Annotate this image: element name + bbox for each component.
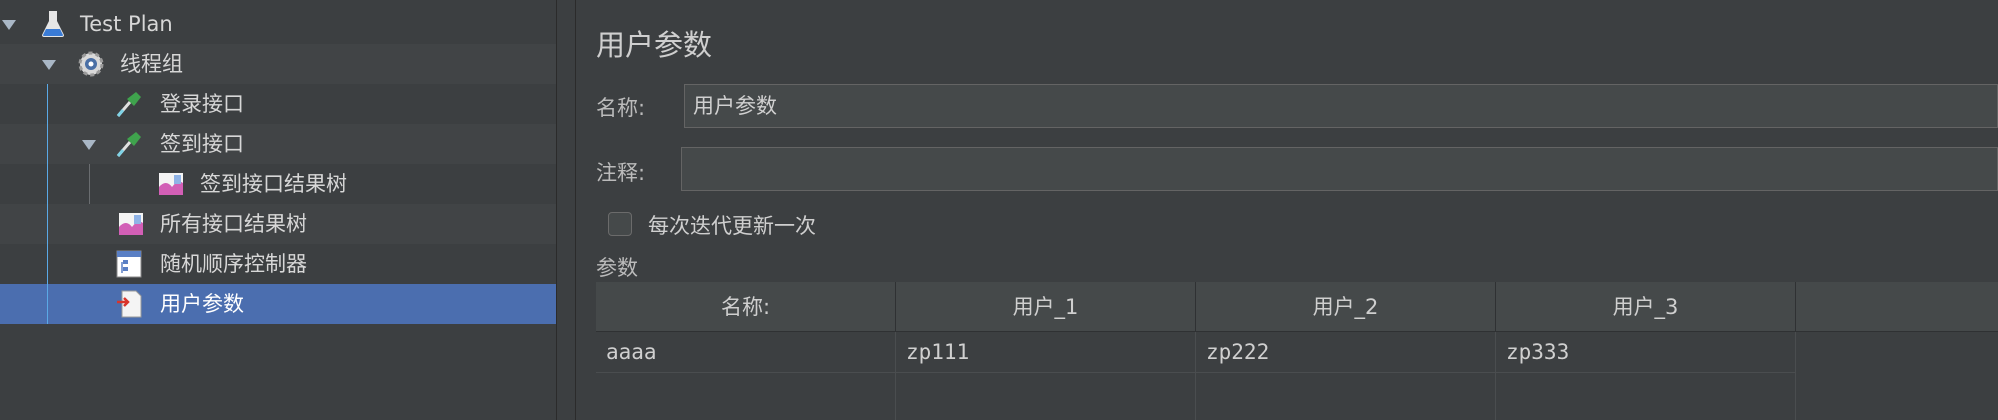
tree-guide-line: [89, 164, 90, 204]
comment-label: 注释:: [596, 161, 646, 185]
table-cell[interactable]: zp111: [896, 332, 1196, 372]
user-parameters-icon: [114, 289, 144, 319]
parameters-label: 参数: [596, 256, 638, 280]
update-once-per-iteration-checkbox[interactable]: [608, 212, 632, 236]
chart-listener-icon: [116, 209, 146, 239]
tree-item-label: 线程组: [120, 52, 183, 76]
pipette-icon: [114, 129, 144, 159]
pipette-icon: [114, 89, 144, 119]
gear-icon: [76, 49, 106, 79]
chart-listener-icon: [156, 169, 186, 199]
flask-icon: [38, 9, 68, 39]
table-column-line: [1495, 372, 1496, 420]
collapse-arrow-icon[interactable]: [82, 140, 96, 150]
table-cell[interactable]: aaaa: [596, 332, 896, 372]
test-plan-tree: Test Plan 线程组 登录接口 签到接口 签到接口结果树 所有接口结果树 …: [0, 0, 556, 420]
user-parameters-panel: 用户参数 名称: 用户参数 注释: 每次迭代更新一次 参数 名称: 用户_1 用…: [576, 0, 1998, 420]
tree-item-checkin-result-tree[interactable]: 签到接口结果树: [0, 164, 556, 204]
update-once-per-iteration-label: 每次迭代更新一次: [648, 214, 816, 238]
table-header-user-1[interactable]: 用户_1: [896, 282, 1196, 332]
table-column-line: [1195, 372, 1196, 420]
collapse-arrow-icon[interactable]: [42, 60, 56, 70]
tree-item-login-sampler[interactable]: 登录接口: [0, 84, 556, 124]
table-cell[interactable]: zp333: [1496, 332, 1796, 372]
name-label: 名称:: [596, 96, 646, 120]
controller-icon: [114, 249, 144, 279]
table-row-separator: [596, 372, 1796, 373]
page-title: 用户参数: [596, 28, 713, 62]
tree-item-checkin-sampler[interactable]: 签到接口: [0, 124, 556, 164]
table-header-user-3[interactable]: 用户_3: [1496, 282, 1796, 332]
collapse-arrow-icon[interactable]: [2, 20, 16, 30]
tree-guide-line: [47, 84, 48, 324]
tree-item-random-order-controller[interactable]: 随机顺序控制器: [0, 244, 556, 284]
tree-item-label: Test Plan: [80, 12, 173, 36]
table-column-line: [1795, 372, 1796, 420]
tree-item-label: 用户参数: [160, 292, 244, 316]
split-pane-divider[interactable]: [556, 0, 576, 420]
table-header-user-2[interactable]: 用户_2: [1196, 282, 1496, 332]
tree-item-all-result-tree[interactable]: 所有接口结果树: [0, 204, 556, 244]
table-column-line: [895, 372, 896, 420]
tree-item-label: 签到接口: [160, 132, 244, 156]
tree-item-label: 所有接口结果树: [160, 212, 307, 236]
table-cell[interactable]: zp222: [1196, 332, 1496, 372]
name-field[interactable]: 用户参数: [684, 84, 1998, 128]
tree-item-label: 随机顺序控制器: [160, 252, 307, 276]
table-header-empty: [1796, 282, 1998, 332]
table-header-name[interactable]: 名称:: [596, 282, 896, 332]
parameters-table: 名称: 用户_1 用户_2 用户_3 aaaa zp111 zp222 zp33…: [596, 282, 1998, 420]
tree-item-label: 签到接口结果树: [200, 172, 347, 196]
tree-item-test-plan[interactable]: Test Plan: [0, 4, 556, 44]
comment-field[interactable]: [681, 147, 1998, 191]
tree-item-label: 登录接口: [160, 92, 244, 116]
tree-item-thread-group[interactable]: 线程组: [0, 44, 556, 84]
tree-item-user-parameters[interactable]: 用户参数: [0, 284, 556, 324]
